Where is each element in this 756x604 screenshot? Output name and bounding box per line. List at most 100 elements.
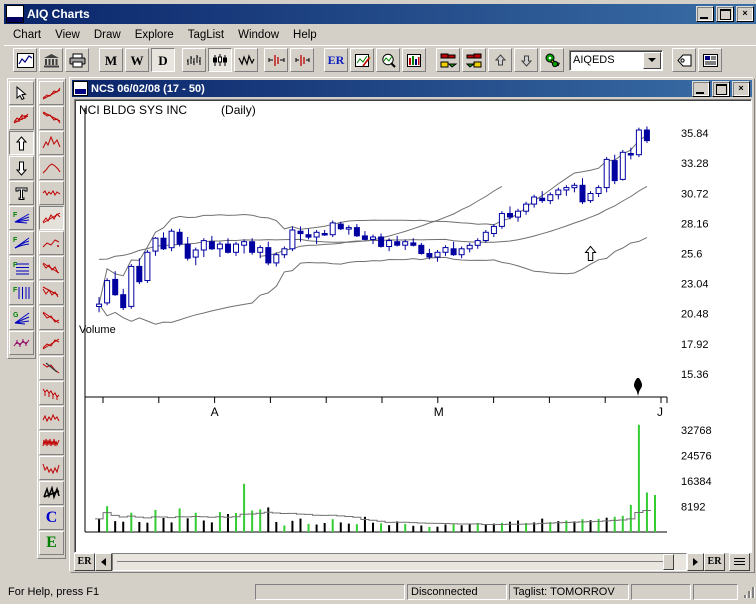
scroll-right-button[interactable] — [687, 552, 704, 571]
peak-pattern[interactable] — [39, 131, 64, 155]
svg-text:J: J — [657, 405, 663, 419]
declining-pattern[interactable] — [39, 381, 64, 405]
descending-pattern[interactable] — [39, 306, 64, 330]
fundamentals-icon[interactable] — [39, 48, 63, 72]
svg-text:8192: 8192 — [681, 502, 705, 514]
chart-close-button[interactable]: × — [732, 80, 750, 97]
resize-grip[interactable] — [742, 585, 756, 599]
menu-taglist[interactable]: TagList — [181, 27, 231, 43]
bar-chart-icon[interactable] — [182, 48, 206, 72]
chart-window-title-bar: NCS 06/02/08 (17 - 50) × — [72, 80, 752, 97]
consolidation-pattern[interactable] — [39, 181, 64, 205]
fib-arc-tool[interactable]: F — [9, 231, 34, 255]
aiq-charts-application: AIQ Charts × Chart View Draw Explore Tag… — [0, 0, 756, 604]
export-right-icon[interactable] — [436, 48, 460, 72]
horizontal-scrollbar[interactable] — [112, 552, 687, 571]
chart-window-title: NCS 06/02/08 (17 - 50) — [91, 82, 205, 95]
close-button[interactable]: × — [736, 6, 754, 22]
er-right-button[interactable]: ER — [704, 552, 725, 571]
import-left-icon[interactable] — [462, 48, 486, 72]
monthly-label: M — [104, 52, 118, 68]
svg-text:30.72: 30.72 — [681, 188, 709, 200]
svg-text:F: F — [13, 212, 18, 219]
bottom-pattern[interactable] — [39, 456, 64, 480]
menu-help[interactable]: Help — [286, 27, 324, 43]
menu-chart[interactable]: Chart — [6, 27, 48, 43]
daily-button[interactable]: D — [151, 48, 175, 72]
taglist-combo[interactable]: AIQEDS — [569, 49, 663, 71]
notes-icon[interactable] — [350, 48, 374, 72]
fib-timezone-tool[interactable]: F — [9, 281, 34, 305]
zoom-in-icon[interactable] — [264, 48, 288, 72]
zoom-out-icon[interactable] — [290, 48, 314, 72]
chevron-down-icon[interactable] — [643, 51, 661, 69]
chart-minimize-button[interactable] — [692, 80, 710, 97]
monthly-button[interactable]: M — [99, 48, 123, 72]
regression-tool[interactable] — [9, 331, 34, 355]
menu-explore[interactable]: Explore — [128, 27, 181, 43]
ascending-pattern[interactable] — [39, 331, 64, 355]
menu-view[interactable]: View — [48, 27, 87, 43]
scroll-thumb[interactable] — [663, 553, 674, 570]
text-tool[interactable] — [9, 181, 34, 205]
uptrend-pattern[interactable] — [39, 81, 64, 105]
move-up-icon[interactable] — [488, 48, 512, 72]
fib-retrace-tool[interactable]: F — [9, 256, 34, 280]
svg-text:G: G — [13, 312, 19, 319]
trendline-tool[interactable] — [9, 106, 34, 130]
menu-draw[interactable]: Draw — [87, 27, 128, 43]
list-icon[interactable] — [729, 552, 750, 571]
chart-window-icon — [73, 81, 88, 96]
down-arrow-tool[interactable] — [9, 156, 34, 180]
tag-icon[interactable] — [672, 48, 696, 72]
indicator-icon[interactable] — [402, 48, 426, 72]
chart-canvas[interactable]: NCI BLDG SYS INC (Daily) Volume 35.84 33.2… — [74, 99, 752, 553]
weekly-button[interactable]: W — [125, 48, 149, 72]
status-connection: Disconnected — [407, 584, 507, 600]
pointer-tool[interactable] — [9, 81, 34, 105]
new-chart-icon[interactable] — [13, 48, 37, 72]
report-icon[interactable] — [698, 48, 722, 72]
minimize-button[interactable] — [696, 6, 714, 22]
menu-window[interactable]: Window — [231, 27, 286, 43]
aiq-logo-icon — [6, 5, 24, 23]
search-icon[interactable] — [376, 48, 400, 72]
reversal-pattern[interactable] — [39, 356, 64, 380]
head-shoulders-pattern[interactable] — [39, 256, 64, 280]
control-button[interactable]: C — [39, 506, 64, 530]
left-arrow-icon — [101, 557, 106, 566]
maximize-button[interactable] — [716, 6, 734, 22]
expert-rating-button[interactable]: ER — [324, 48, 348, 72]
candlestick-chart-icon[interactable] — [208, 48, 232, 72]
sideways-pattern[interactable] — [39, 406, 64, 430]
expert-button[interactable]: E — [39, 531, 64, 555]
daily-label: D — [158, 52, 168, 68]
taglist-combo-value: AIQEDS — [573, 54, 615, 66]
status-pane-blank-3 — [693, 584, 738, 600]
fib-fan-tool[interactable]: F — [9, 206, 34, 230]
scribble-tool[interactable] — [39, 481, 64, 505]
scroll-left-button[interactable] — [95, 552, 112, 571]
app-title: AIQ Charts — [27, 7, 90, 21]
up-arrow-tool[interactable] — [9, 131, 34, 155]
status-taglist: Taglist: TOMORROV — [509, 584, 629, 600]
svg-text:25.6: 25.6 — [681, 249, 702, 261]
svg-text:F: F — [13, 287, 18, 294]
gann-fan-tool[interactable]: G — [9, 306, 34, 330]
line-chart-icon[interactable] — [234, 48, 258, 72]
volatile-pattern[interactable] — [39, 431, 64, 455]
move-down-icon[interactable] — [514, 48, 538, 72]
chart-maximize-button[interactable] — [712, 80, 730, 97]
er-left-button[interactable]: ER — [74, 552, 95, 571]
svg-text:17.92: 17.92 — [681, 339, 709, 351]
rounding-pattern[interactable] — [39, 156, 64, 180]
wedge-pattern[interactable] — [39, 281, 64, 305]
window-controls: × — [696, 6, 754, 22]
settings-icon[interactable] — [540, 48, 564, 72]
breakout-pattern[interactable] — [39, 206, 64, 230]
print-icon[interactable] — [65, 48, 89, 72]
chart-window: NCS 06/02/08 (17 - 50) × NCI BLDG SYS IN… — [70, 78, 754, 572]
pullback-pattern[interactable] — [39, 231, 64, 255]
downtrend-pattern[interactable] — [39, 106, 64, 130]
svg-text:24576: 24576 — [681, 451, 712, 463]
